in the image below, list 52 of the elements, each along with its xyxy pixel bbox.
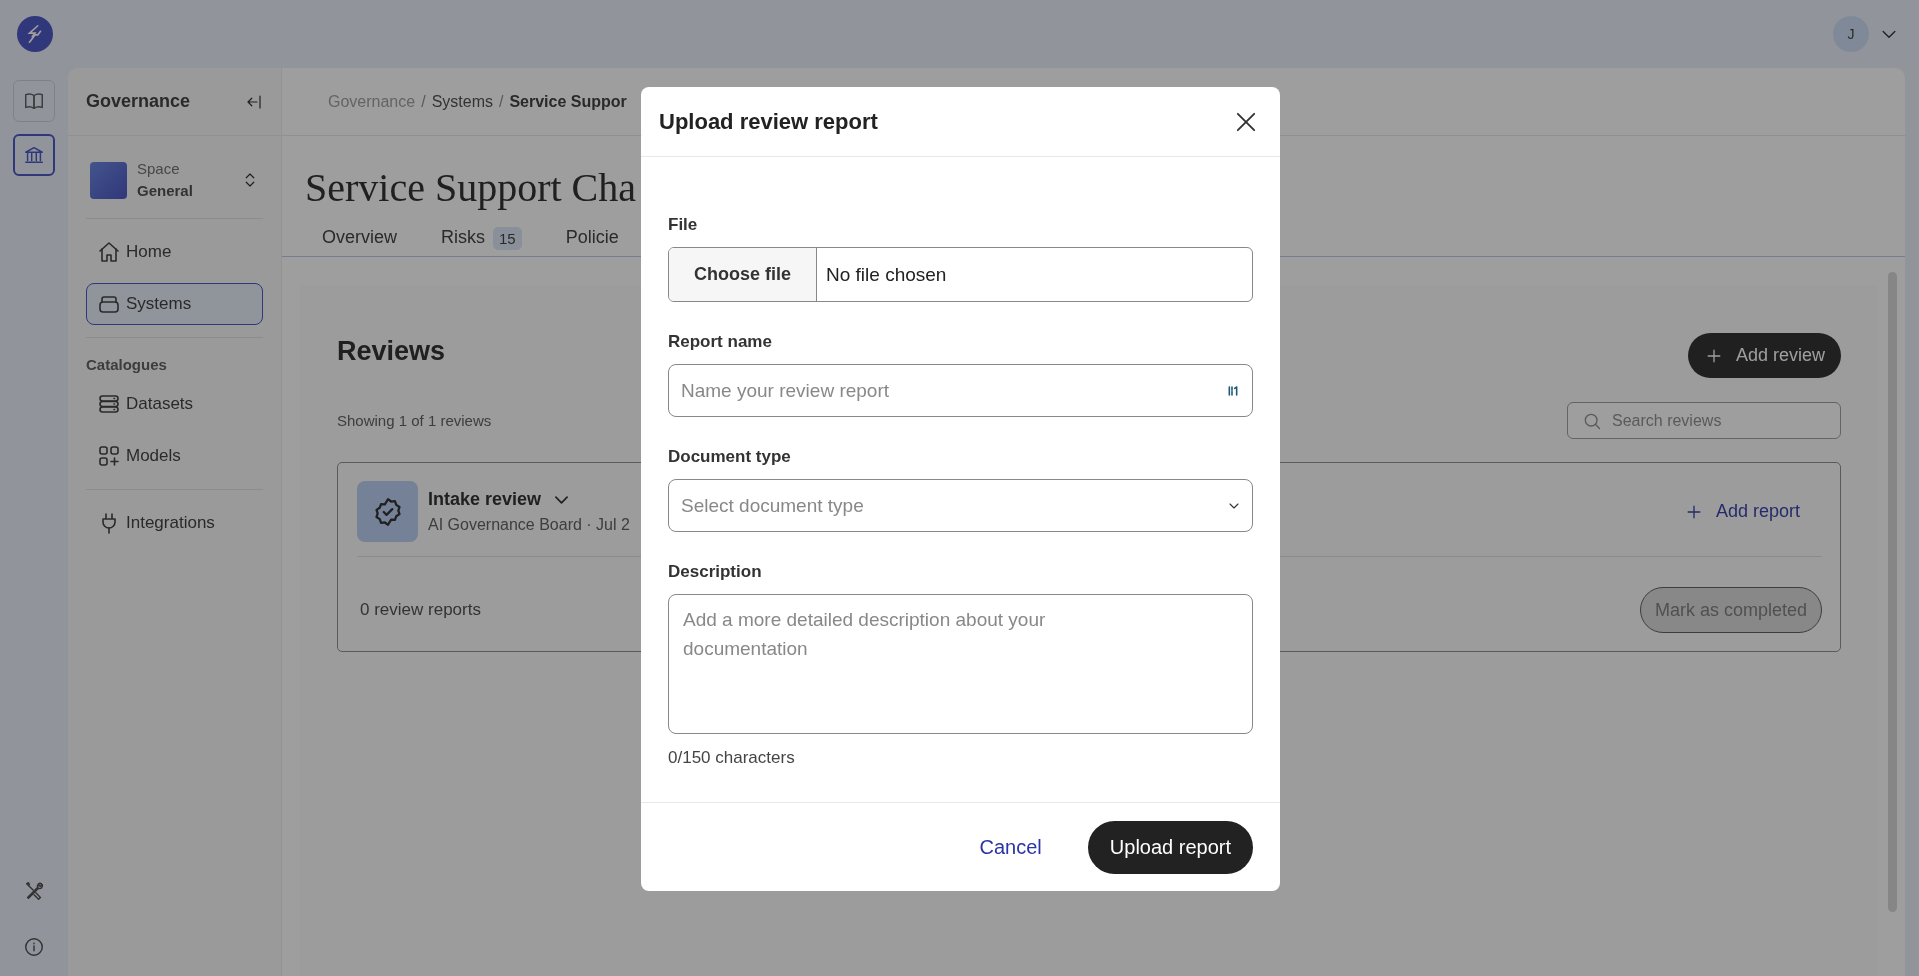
rail-button[interactable] <box>13 134 55 176</box>
nav-item[interactable]: Datasets <box>86 383 263 425</box>
file-status: No file chosen <box>825 262 947 287</box>
tools-icon <box>23 880 45 902</box>
space-logo <box>90 161 127 199</box>
user-avatar[interactable]: J <box>1833 16 1869 52</box>
bank-icon <box>23 144 45 166</box>
nav-item[interactable]: Integrations <box>86 502 263 544</box>
home-icon <box>97 240 121 264</box>
nav-item[interactable]: Systems <box>86 283 263 325</box>
section-heading: Catalogues <box>86 355 168 373</box>
file-input[interactable]: Choose file No file chosen <box>668 247 1253 302</box>
breadcrumb-separator: / <box>498 92 504 111</box>
field-label: File <box>668 215 699 235</box>
results-count: Showing 1 of 1 reviews <box>337 412 492 429</box>
nav-item[interactable]: Models <box>86 435 263 477</box>
database-icon <box>97 392 121 416</box>
grid-plus-icon <box>97 444 121 468</box>
modal-title: Upload review report <box>659 108 878 135</box>
review-meta: AI Governance Board · Jul 2 <box>428 516 631 534</box>
field-label: Report name <box>668 332 773 352</box>
breadcrumb-separator: / <box>421 92 426 111</box>
input-field[interactable]: Name your review report <box>668 364 1253 417</box>
upload-report-button[interactable]: Upload report <box>1087 820 1253 874</box>
review-title: Intake review <box>428 489 542 510</box>
space-switcher[interactable]: Space General <box>86 136 263 219</box>
search-field[interactable]: Search reviews <box>1567 402 1841 439</box>
tab[interactable]: Overview <box>322 227 397 263</box>
choose-file-button[interactable]: Choose file <box>669 248 817 301</box>
chevron-down-icon[interactable] <box>555 495 569 504</box>
logo-icon[interactable] <box>17 16 53 52</box>
add-report-button[interactable]: Add report <box>1677 500 1806 523</box>
count-badge: 15 <box>493 227 522 250</box>
field-label: Description <box>668 562 763 582</box>
field-label: Document type <box>668 447 792 467</box>
tab[interactable]: Policie <box>565 227 619 263</box>
tab[interactable]: Risks 15 <box>441 227 522 263</box>
info-icon <box>23 936 45 958</box>
section-title: Reviews <box>337 336 446 367</box>
character-counter: 0/150 characters <box>668 748 796 768</box>
page-title: Service Support Cha <box>305 164 638 211</box>
report-count: 0 review reports <box>360 600 481 620</box>
breadcrumb-link[interactable]: Systems <box>431 92 493 111</box>
book-icon <box>23 90 45 112</box>
cancel-button[interactable]: Cancel <box>973 834 1048 860</box>
breadcrumb-link[interactable]: Service Suppor <box>509 92 627 111</box>
scrollbar[interactable] <box>1888 272 1897 912</box>
select-dropdown[interactable]: Select document type <box>668 479 1253 532</box>
add-review-button[interactable]: Add review <box>1687 333 1841 378</box>
nav-item[interactable]: Home <box>86 231 263 273</box>
sidebar-title: Governance <box>86 91 191 112</box>
textarea-field[interactable]: Add a more detailed description about your documentation <box>668 594 1253 734</box>
